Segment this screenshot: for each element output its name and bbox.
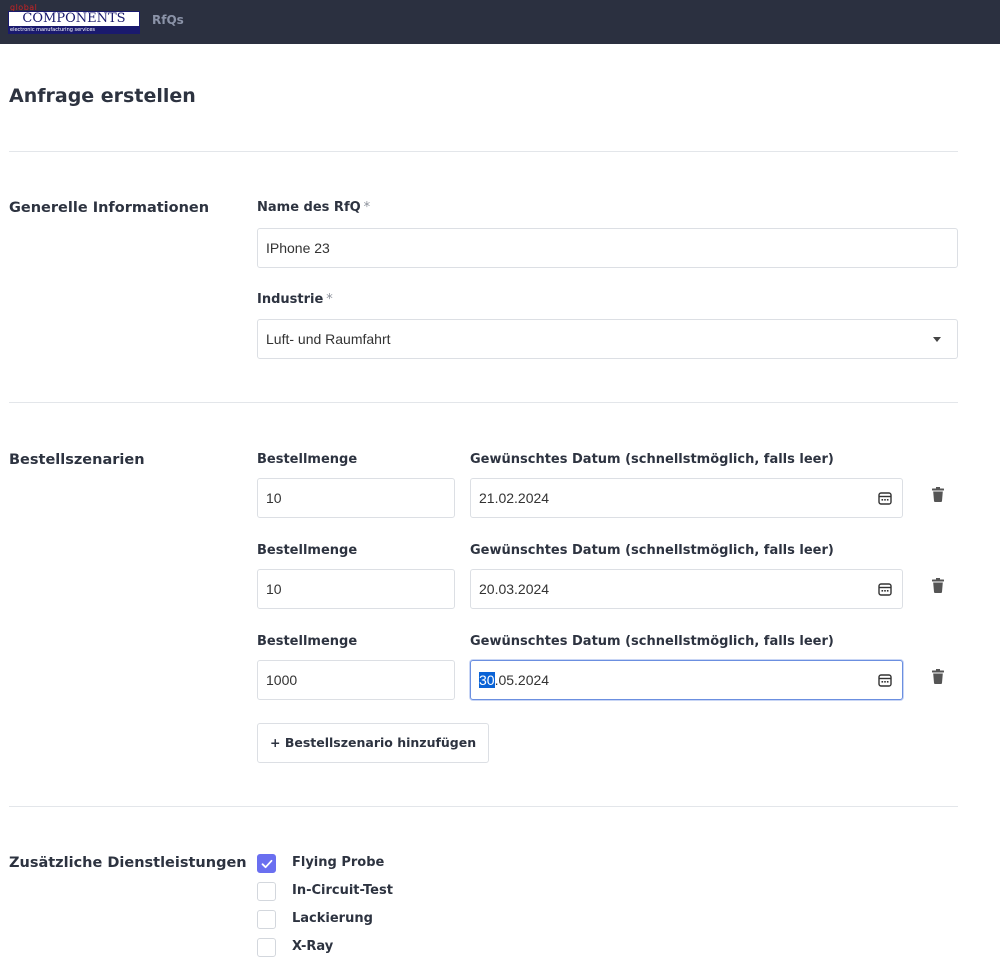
checkbox-flying-probe[interactable] [257, 854, 276, 873]
date-value: 20.03.2024 [479, 581, 550, 597]
date-label: Gewünschtes Datum (schnellstmöglich, fal… [470, 634, 834, 649]
rfq-name-value: IPhone 23 [266, 240, 330, 256]
date-value-rest: .05.2024 [494, 672, 550, 688]
date-input-3[interactable]: 30.05.2024 [470, 660, 903, 700]
checkbox-x-ray[interactable] [257, 938, 276, 957]
industry-select[interactable]: Luft- und Raumfahrt [257, 319, 958, 359]
calendar-icon[interactable] [878, 491, 892, 505]
divider [9, 151, 958, 152]
rfq-name-input[interactable]: IPhone 23 [257, 228, 958, 268]
calendar-icon[interactable] [878, 582, 892, 596]
top-navbar: global COMPONENTS electronic manufacturi… [0, 0, 1000, 44]
industry-selected-value: Luft- und Raumfahrt [266, 331, 391, 347]
logo-tagline: electronic manufacturing services [8, 27, 140, 34]
date-input-1[interactable]: 21.02.2024 [470, 478, 903, 518]
date-label: Gewünschtes Datum (schnellstmöglich, fal… [470, 452, 834, 467]
divider [9, 402, 958, 403]
trash-icon[interactable] [932, 487, 944, 502]
section-title-orders: Bestellszenarien [9, 452, 145, 468]
company-logo[interactable]: global COMPONENTS electronic manufacturi… [8, 3, 140, 34]
required-mark: * [363, 200, 371, 215]
quantity-label: Bestellmenge [257, 543, 358, 558]
industry-label: Industrie * [257, 292, 333, 307]
date-value: 21.02.2024 [479, 490, 550, 506]
service-label: Lackierung [292, 911, 373, 926]
date-label: Gewünschtes Datum (schnellstmöglich, fal… [470, 543, 834, 558]
calendar-icon[interactable] [878, 673, 892, 687]
add-order-scenario-button[interactable]: + Bestellszenario hinzufügen [257, 723, 490, 763]
nav-link-rfqs[interactable]: RfQs [152, 13, 184, 27]
quantity-label: Bestellmenge [257, 452, 358, 467]
rfq-name-label-text: Name des RfQ [257, 200, 361, 215]
industry-label-text: Industrie [257, 292, 324, 307]
quantity-input-1[interactable]: 10 [257, 478, 455, 518]
service-label: Flying Probe [292, 855, 385, 870]
quantity-value: 10 [266, 490, 282, 506]
quantity-value: 1000 [266, 672, 298, 688]
quantity-label: Bestellmenge [257, 634, 358, 649]
section-title-general: Generelle Informationen [9, 200, 210, 216]
service-label: In-Circuit-Test [292, 883, 393, 898]
divider [9, 806, 958, 807]
required-mark: * [326, 292, 333, 307]
caret-down-icon [933, 337, 941, 342]
trash-icon[interactable] [932, 578, 944, 593]
section-title-services: Zusätzliche Dienstleistungen [9, 855, 247, 871]
logo-text: COMPONENTS [8, 11, 140, 27]
date-input-2[interactable]: 20.03.2024 [470, 569, 903, 609]
trash-icon[interactable] [932, 669, 944, 684]
checkbox-in-circuit-test[interactable] [257, 882, 276, 901]
checkbox-lackierung[interactable] [257, 910, 276, 929]
date-day-selected: 30 [479, 672, 495, 688]
quantity-input-2[interactable]: 10 [257, 569, 455, 609]
quantity-input-3[interactable]: 1000 [257, 660, 455, 700]
rfq-name-label: Name des RfQ * [257, 200, 370, 215]
page-title: Anfrage erstellen [9, 85, 196, 107]
service-label: X-Ray [292, 939, 334, 954]
quantity-value: 10 [266, 581, 282, 597]
checkmark-icon [261, 859, 273, 869]
